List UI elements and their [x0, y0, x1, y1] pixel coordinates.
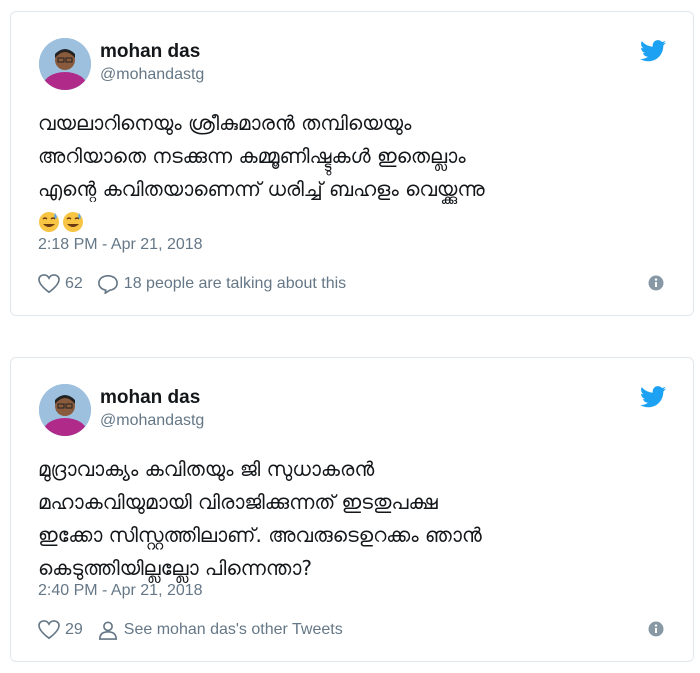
tweet-text: വയലാറിനെയും ശ്രീകുമാരൻ തമ്പിയെയും അറിയാത…: [38, 107, 678, 239]
info-icon[interactable]: [648, 275, 664, 291]
speech-bubble-icon[interactable]: [97, 274, 119, 294]
sweat-smile-emoji-icon: [63, 212, 83, 232]
tweet-timestamp[interactable]: 2:40 PM - Apr 21, 2018: [38, 582, 203, 600]
other-tweets-link[interactable]: See mohan das's other Tweets: [124, 621, 343, 639]
tweet-timestamp[interactable]: 2:18 PM - Apr 21, 2018: [38, 236, 203, 254]
tweet-card[interactable]: mohan das @mohandastg വയലാറിനെയും ശ്രീകു…: [10, 11, 694, 316]
tweet-text: മുദ്രാവാക്യം കവിതയും ജി സുധാകരൻ മഹാകവിയു…: [38, 457, 482, 580]
author-name[interactable]: mohan das: [100, 387, 200, 409]
twitter-bird-icon[interactable]: [640, 40, 666, 62]
twitter-bird-icon[interactable]: [640, 386, 666, 408]
sweat-smile-emoji-icon: [39, 212, 59, 232]
tweet-actions: 62 18 people are talking about this: [38, 274, 346, 294]
info-icon[interactable]: [648, 621, 664, 637]
talking-about-link[interactable]: 18 people are talking about this: [124, 275, 346, 293]
tweet-actions: 29 See mohan das's other Tweets: [38, 620, 343, 640]
author-name[interactable]: mohan das: [100, 41, 200, 63]
heart-icon[interactable]: [38, 620, 60, 640]
like-count[interactable]: 29: [65, 621, 83, 639]
tweet-card[interactable]: mohan das @mohandastg മുദ്രാവാക്യം കവിതയ…: [10, 357, 694, 662]
like-count[interactable]: 62: [65, 275, 83, 293]
author-handle[interactable]: @mohandastg: [100, 66, 204, 84]
author-handle[interactable]: @mohandastg: [100, 412, 204, 430]
heart-icon[interactable]: [38, 274, 60, 294]
avatar[interactable]: [39, 384, 91, 436]
tweet-text-content: വയലാറിനെയും ശ്രീകുമാരൻ തമ്പിയെയും അറിയാത…: [38, 111, 485, 201]
person-icon[interactable]: [97, 620, 119, 640]
avatar[interactable]: [39, 38, 91, 90]
